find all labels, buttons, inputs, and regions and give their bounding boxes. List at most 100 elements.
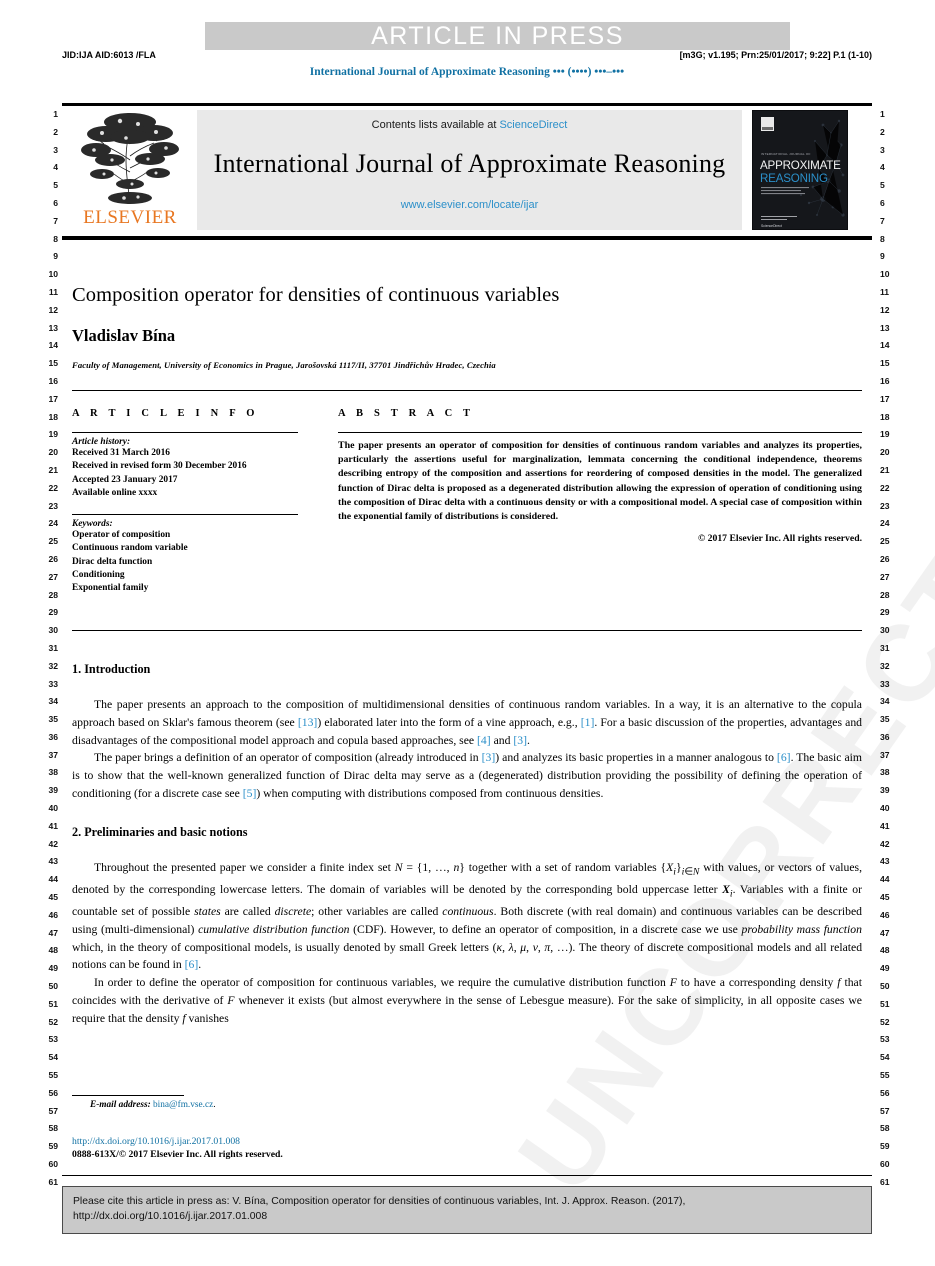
line-numbers-right: 1 2 3 4 5 6 7 8 9 10 11 12 13 14 15 16 17 18 19 20 21 22 23 24 2… [880,106,908,1192]
abstract-heading: A B S T R A C T [338,408,475,419]
line-number: 19 [880,429,890,440]
line-number: 4 [53,162,58,173]
line-number: 45 [880,892,890,903]
abstract-bottom-rule [72,630,862,631]
line-number: 36 [48,731,58,742]
line-number: 38 [48,767,58,778]
line-number: 42 [48,838,58,849]
line-number: 18 [880,411,890,422]
line-number: 60 [880,1159,890,1170]
sciencedirect-link[interactable]: ScienceDirect [499,119,567,131]
journal-homepage-link[interactable]: www.elsevier.com/locate/ijar [197,199,742,211]
line-number: 19 [48,429,58,440]
article-history-group: Article history: Received 31 March 2016 … [72,433,298,505]
line-number: 2 [53,126,58,137]
paragraph-prelim-1: Throughout the presented paper we consid… [72,860,863,972]
keyword-item: Continuous random variable [72,543,188,554]
line-number: 27 [880,571,890,582]
line-number: 10 [880,269,890,280]
line-number: 27 [48,571,58,582]
line-number: 42 [880,838,890,849]
line-number: 21 [880,464,890,475]
keyword-item: Conditioning [72,570,125,581]
abstract-text: The paper presents an operator of compos… [338,440,862,523]
citation-line-2[interactable]: http://dx.doi.org/10.1016/j.ijar.2017.01… [73,1209,861,1224]
line-number: 46 [880,909,890,920]
line-number: 44 [880,874,890,885]
line-number: 57 [48,1105,58,1116]
citation-ref[interactable]: [4] [477,734,491,747]
line-number: 56 [880,1087,890,1098]
cover-top-label: INTERNATIONAL JOURNAL OF [761,152,811,156]
line-number: 17 [48,393,58,404]
citation-ref[interactable]: [13] [298,716,317,729]
journal-title: International Journal of Approximate Rea… [213,149,726,178]
line-number: 13 [48,322,58,333]
citation-ref[interactable]: [3] [513,734,527,747]
line-number: 9 [880,251,885,262]
line-number: 49 [48,963,58,974]
line-number: 52 [880,1016,890,1027]
line-number: 50 [880,981,890,992]
doi-block: http://dx.doi.org/10.1016/j.ijar.2017.01… [72,1135,502,1161]
history-item: Received 31 March 2016 [72,448,170,458]
line-number: 7 [53,215,58,226]
line-number: 51 [880,998,890,1009]
doi-link[interactable]: http://dx.doi.org/10.1016/j.ijar.2017.01… [72,1135,502,1148]
paragraph-prelim-2: In order to define the operator of compo… [72,976,862,1025]
citation-ref[interactable]: [6] [185,958,199,971]
line-number: 59 [48,1141,58,1152]
email-link[interactable]: bina@fm.vse.cz [153,1100,213,1110]
cover-title-line1: APPROXIMATE [760,159,841,172]
masthead-rule-bottom [62,236,872,240]
line-number: 20 [48,447,58,458]
line-number: 40 [880,803,890,814]
line-number: 44 [48,874,58,885]
line-number: 16 [48,375,58,386]
line-number: 11 [880,286,890,297]
section-heading-preliminaries: 2. Preliminaries and basic notions [72,824,248,839]
journal-reference-line: International Journal of Approximate Rea… [309,66,625,78]
line-number: 55 [880,1070,890,1081]
keywords-label: Keywords: [72,519,113,530]
line-number: 1 [880,109,885,119]
line-number: 48 [48,945,58,956]
journal-masthead: ELSEVIER Contents lists available at Sci… [62,107,872,233]
svg-text:ScienceDirect: ScienceDirect [761,224,782,228]
line-number: 5 [880,180,885,191]
citation-ref[interactable]: [5] [243,787,257,800]
citation-ref[interactable]: [6] [777,751,791,764]
line-number: 10 [48,269,58,280]
line-number: 29 [48,607,58,618]
line-number: 30 [880,625,890,636]
line-number: 26 [880,553,890,564]
line-number: 23 [48,500,58,511]
line-number: 35 [880,714,890,725]
citation-request-box: Please cite this article in press as: V.… [62,1186,872,1234]
contents-available-line: Contents lists available at ScienceDirec… [197,119,742,131]
line-number: 60 [48,1159,58,1170]
abstract-column: A B S T R A C T The paper presents an op… [338,408,862,544]
line-number: 17 [880,393,890,404]
line-number: 51 [48,998,58,1009]
line-number: 37 [880,749,890,760]
keyword-item: Exponential family [72,583,149,594]
paragraph-intro-1: The paper presents an approach to the co… [72,698,863,747]
line-number: 59 [880,1141,890,1152]
proof-header: JID:IJA AID:6013 /FLA [m3G; v1.195; Prn:… [62,50,872,60]
line-number: 50 [48,981,58,992]
line-number: 22 [48,482,58,493]
line-number: 61 [880,1176,890,1187]
citation-ref[interactable]: [3] [482,751,496,764]
line-number: 54 [48,1052,58,1063]
line-number: 14 [48,340,58,351]
citation-line-1: Please cite this article in press as: V.… [73,1196,686,1207]
line-number: 26 [48,553,58,564]
line-number: 1 [53,109,58,119]
footnote-email: E-mail address: bina@fm.vse.cz. [72,1100,502,1110]
line-number: 48 [880,945,890,956]
article-history-label: Article history: [72,437,131,447]
elsevier-tree-icon [76,110,184,206]
author-name: Vladislav Bína [72,326,176,345]
citation-ref[interactable]: [1] [581,716,595,729]
